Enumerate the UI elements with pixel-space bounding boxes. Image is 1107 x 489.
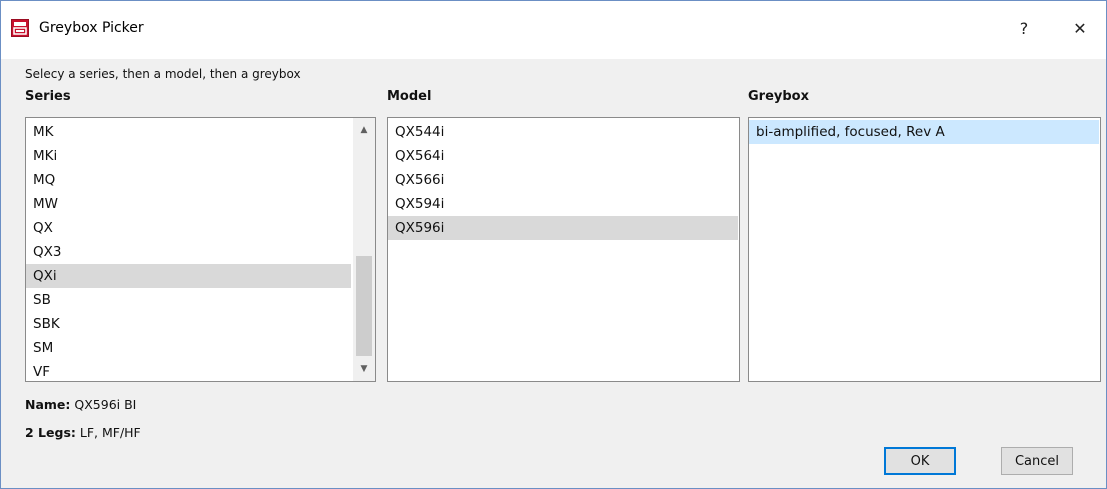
title-bar: Greybox Picker ? ✕ [1,1,1106,59]
ok-button[interactable]: OK [884,447,956,475]
help-button[interactable]: ? [1007,13,1041,43]
chevron-up-icon[interactable]: ▲ [353,120,375,140]
app-icon [11,19,29,37]
legs-value: LF, MF/HF [79,425,141,440]
greybox-items: bi-amplified, focused, Rev A [749,120,1099,144]
greybox-list-item[interactable]: bi-amplified, focused, Rev A [749,120,1099,144]
series-list-item[interactable]: QXi [26,264,351,288]
series-list-item[interactable]: QX3 [26,240,351,264]
legs-label: 2 Legs: [25,425,76,440]
model-items: QX544i QX564i QX566i QX594i QX596i [388,120,738,240]
series-listbox[interactable]: MK MKi MQ MW QX QX3 QXi SB SBK SM VF ▲ ▼ [25,117,376,382]
model-list-item[interactable]: QX596i [388,216,738,240]
legs-info: 2 Legs: LF, MF/HF [25,425,141,440]
instruction-text: Selecy a series, then a model, then a gr… [25,67,301,81]
series-items: MK MKi MQ MW QX QX3 QXi SB SBK SM VF [26,120,351,381]
name-value: QX596i BI [74,397,137,412]
close-icon: ✕ [1073,18,1087,38]
greybox-header: Greybox [748,89,809,104]
model-list-item[interactable]: QX566i [388,168,738,192]
chevron-down-icon[interactable]: ▼ [353,359,375,379]
model-list-item[interactable]: QX594i [388,192,738,216]
model-list-item[interactable]: QX544i [388,120,738,144]
series-list-item[interactable]: VF [26,360,351,381]
series-list-item[interactable]: SB [26,288,351,312]
series-list-item[interactable]: SBK [26,312,351,336]
close-button[interactable]: ✕ [1063,13,1097,43]
series-scroll-thumb[interactable] [356,256,372,356]
cancel-button[interactable]: Cancel [1001,447,1073,475]
series-list-item[interactable]: MKi [26,144,351,168]
series-list-item[interactable]: MK [26,120,351,144]
name-info: Name: QX596i BI [25,397,136,412]
window-title: Greybox Picker [39,20,144,36]
series-list-item[interactable]: QX [26,216,351,240]
model-list-item[interactable]: QX564i [388,144,738,168]
dialog-window: Greybox Picker ? ✕ Selecy a series, then… [0,0,1107,489]
greybox-listbox[interactable]: bi-amplified, focused, Rev A [748,117,1101,382]
model-listbox[interactable]: QX544i QX564i QX566i QX594i QX596i [387,117,740,382]
series-header: Series [25,89,71,104]
name-label: Name: [25,397,71,412]
series-list-item[interactable]: SM [26,336,351,360]
series-list-item[interactable]: MQ [26,168,351,192]
model-header: Model [387,89,432,104]
series-list-item[interactable]: MW [26,192,351,216]
series-scrollbar[interactable]: ▲ ▼ [353,118,375,381]
